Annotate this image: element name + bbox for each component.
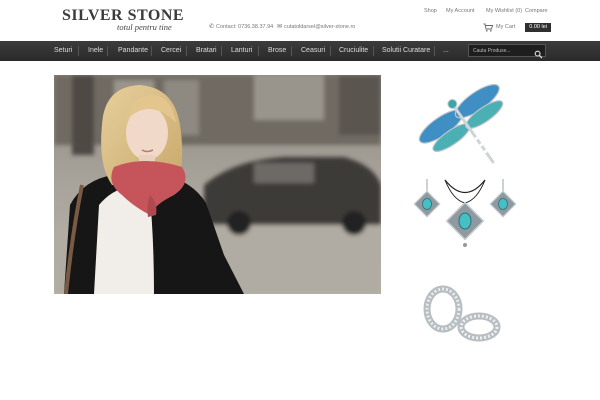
- site-header: SILVER STONE totul pentru tine ✆ Contact:…: [0, 0, 600, 41]
- envelope-icon: ✉: [277, 24, 283, 30]
- nav-item-brose[interactable]: Brose: [268, 41, 286, 61]
- nav-item-ceasuri[interactable]: Ceasuri: [301, 41, 325, 61]
- nav-item-pandante[interactable]: Pandante: [118, 41, 148, 61]
- nav-item-cercei[interactable]: Cercei: [161, 41, 181, 61]
- nav-divider: [186, 46, 187, 56]
- logo-tagline: totul pentru tine: [117, 22, 172, 32]
- nav-item-solutii-curatare[interactable]: Solutii Curatare: [382, 41, 430, 61]
- phone-icon: ✆: [209, 24, 215, 30]
- toplink-my-wishlist[interactable]: My Wishlist (0): [486, 8, 522, 14]
- nav-divider: [107, 46, 108, 56]
- nav-divider: [291, 46, 292, 56]
- cart-label: My Cart: [496, 24, 516, 30]
- main-navigation: Seturi Inele Pandante Cercei Bratari Lan…: [0, 41, 600, 61]
- nav-divider: [258, 46, 259, 56]
- toplink-shop[interactable]: Shop: [424, 8, 437, 14]
- shopping-cart-icon: [483, 23, 493, 32]
- nav-divider: [78, 46, 79, 56]
- nav-divider: [434, 46, 435, 56]
- contact-email[interactable]: ✉ cutatoldarsel@silver-stone.ro: [277, 23, 355, 30]
- search-icon[interactable]: [534, 46, 543, 59]
- product-silver-hoop-earrings[interactable]: [405, 283, 525, 353]
- nav-divider: [221, 46, 222, 56]
- mini-cart[interactable]: My Cart 0.00 lei: [483, 22, 551, 32]
- contact-phone: ✆ Contact: 0736.38.37.94: [209, 23, 273, 30]
- toplink-compare[interactable]: Compare: [525, 8, 548, 14]
- search-box: [468, 44, 546, 59]
- product-dragonfly-brooch[interactable]: [405, 72, 525, 172]
- nav-divider: [151, 46, 152, 56]
- nav-item-inele[interactable]: Inele: [88, 41, 103, 61]
- nav-divider: [373, 46, 374, 56]
- contact-phone-text: Contact: 0736.38.37.94: [216, 24, 274, 30]
- nav-item-more[interactable]: ...: [443, 41, 449, 61]
- hero-banner-image[interactable]: [54, 75, 381, 294]
- nav-divider: [330, 46, 331, 56]
- nav-item-seturi[interactable]: Seturi: [54, 41, 72, 61]
- toplink-my-account[interactable]: My Account: [446, 8, 474, 14]
- nav-item-cruciulite[interactable]: Cruciulite: [339, 41, 368, 61]
- product-turquoise-set[interactable]: [405, 175, 525, 270]
- cart-total: 0.00 lei: [525, 22, 551, 32]
- nav-item-lanturi[interactable]: Lanturi: [231, 41, 252, 61]
- search-input[interactable]: [471, 45, 533, 56]
- nav-item-bratari[interactable]: Bratari: [196, 41, 217, 61]
- contact-email-text: cutatoldarsel@silver-stone.ro: [284, 24, 356, 30]
